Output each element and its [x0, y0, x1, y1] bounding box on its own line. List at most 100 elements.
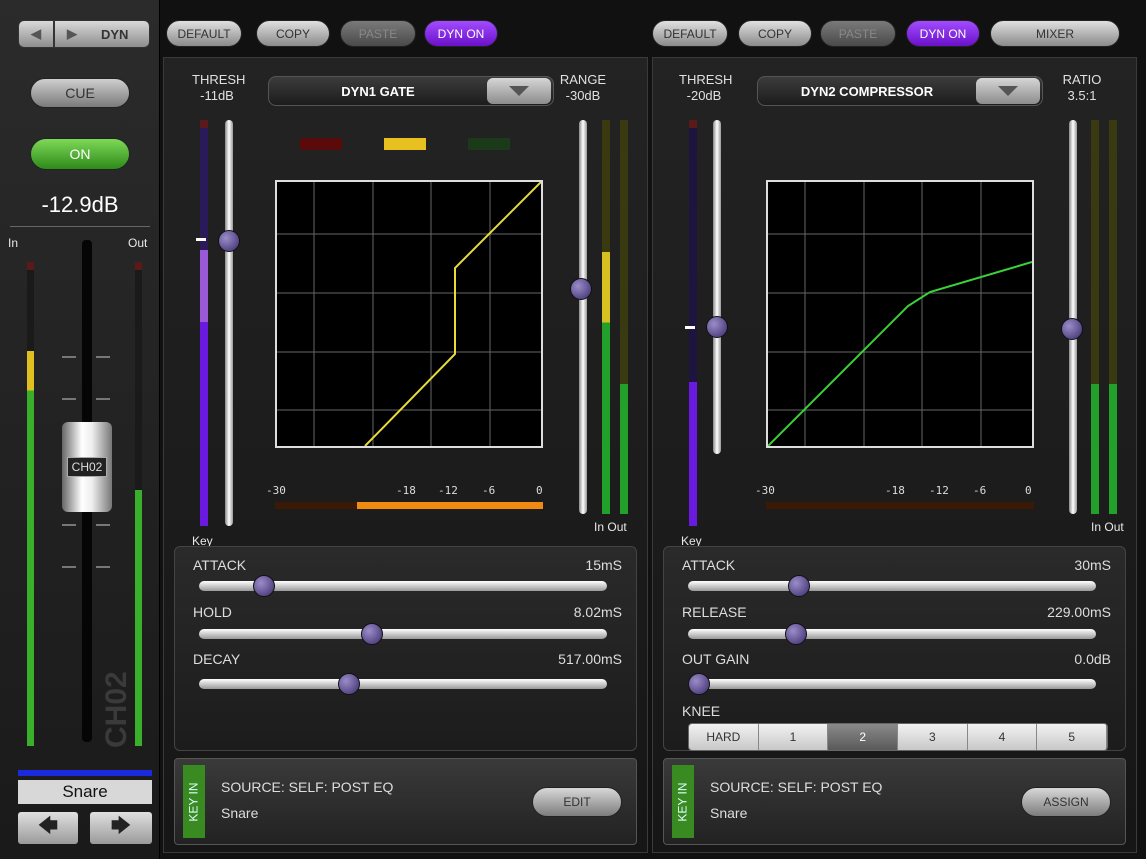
prev-channel-button[interactable]: ◀: [18, 20, 54, 48]
dyn1-key-meter: [196, 120, 208, 526]
dyn2-copy-button[interactable]: COPY: [738, 20, 812, 47]
cue-button[interactable]: CUE: [30, 78, 130, 108]
divider: [10, 226, 150, 227]
dyn2-key-in-tag: KEY IN: [672, 765, 694, 838]
channel-name[interactable]: Snare: [18, 780, 152, 804]
channel-color-bar: [18, 770, 152, 776]
dyn2-assign-button[interactable]: ASSIGN: [1021, 787, 1111, 817]
dyn1-range-bar: [275, 502, 543, 509]
dyn2-release-slider[interactable]: [688, 629, 1096, 639]
dyn1-thresh-label: THRESH: [192, 72, 246, 87]
channel-fader[interactable]: CH02: [62, 422, 112, 512]
dyn1-range-slider[interactable]: [579, 120, 587, 514]
dyn1-scale-3: -6: [482, 484, 496, 497]
dyn2-attack-slider[interactable]: [688, 581, 1096, 591]
in-meter-label: In: [8, 236, 19, 250]
dyn1-type-dropdown[interactable]: DYN1 GATE: [268, 76, 554, 106]
app-root: ◀ ▶ DYN CUE ON -12.9dB In Out CH02 CH02 S…: [0, 0, 1146, 859]
dyn1-scale-4: 0: [536, 484, 543, 497]
knee-option-4[interactable]: 4: [967, 724, 1038, 750]
channel-level: -12.9dB: [41, 192, 119, 217]
dyn1-param-0-value: 15mS: [585, 557, 622, 573]
dyn2-type-dropdown[interactable]: DYN2 COMPRESSOR: [757, 76, 1043, 106]
channel-next-button[interactable]: 🡆: [90, 812, 152, 844]
next-channel-button[interactable]: ▶ DYN: [54, 20, 150, 48]
channel-watermark: CH02: [100, 671, 133, 748]
dyn2-param-1-label: RELEASE: [682, 604, 747, 620]
dyn2-curve-graph: [766, 180, 1034, 448]
dyn1-curve-graph: [275, 180, 543, 448]
dyn2-knee-label: KNEE: [682, 703, 721, 719]
dyn2-key-meter: [685, 120, 697, 526]
knee-option-5[interactable]: 5: [1037, 724, 1107, 750]
dyn1-type-label: DYN1 GATE: [341, 83, 415, 99]
knee-option-3[interactable]: 3: [898, 724, 968, 750]
fader-cap-label: CH02: [66, 457, 108, 477]
dyn2-key-in-box: KEY IN SOURCE: SELF: POST EQ Snare ASSIG…: [663, 758, 1126, 845]
dyn1-scale-0: -30: [266, 484, 286, 497]
dyn1-decay-knob[interactable]: [337, 673, 360, 695]
triangle-right-icon: ▶: [67, 26, 77, 41]
out-meter-label: Out: [128, 236, 148, 250]
dyn2-ratio-slider[interactable]: [1069, 120, 1077, 514]
dyn2-default-button[interactable]: DEFAULT: [652, 20, 728, 47]
mixer-button[interactable]: MIXER: [990, 20, 1120, 47]
dyn1-range-label: RANGE: [559, 72, 607, 87]
dyn2-out-gain-knob[interactable]: [688, 673, 710, 695]
dyn2-knee-selector: HARD 1 2 3 4 5: [688, 723, 1108, 751]
dyn2-on-button[interactable]: DYN ON: [906, 20, 980, 47]
dyn2-param-1-value: 229.00mS: [1047, 604, 1111, 620]
channel-prev-button[interactable]: 🡄: [18, 812, 78, 844]
dyn2-param-0-label: ATTACK: [682, 557, 736, 573]
arrow-left-icon: 🡄: [37, 815, 59, 837]
dyn1-decay-slider[interactable]: [199, 679, 607, 689]
dyn1-in-meter: [602, 120, 610, 514]
knee-option-hard[interactable]: HARD: [689, 724, 759, 750]
dyn1-range-value: -30dB: [565, 88, 601, 103]
dyn2-out-meter: [1109, 120, 1117, 514]
dyn1-on-button[interactable]: DYN ON: [424, 20, 498, 47]
channel-strip: ◀ ▶ DYN CUE ON -12.9dB In Out CH02 CH02 S…: [0, 0, 160, 859]
dyn1-source-name: Snare: [221, 805, 259, 821]
dyn2-release-knob[interactable]: [784, 623, 807, 645]
gate-open-led: [468, 138, 510, 150]
dyn1-params: ATTACK 15mS HOLD 8.02mS DECAY 517.00mS: [174, 546, 637, 751]
chevron-down-icon: [487, 78, 551, 104]
dyn1-attack-knob[interactable]: [253, 575, 276, 597]
dyn2-ratio-label: RATIO: [1062, 72, 1102, 87]
dyn2-ratio-value: 3.5:1: [1067, 88, 1097, 103]
dyn2-param-2-label: OUT GAIN: [682, 651, 750, 667]
dyn2-in-meter: [1091, 120, 1099, 514]
dyn1-thresh-knob[interactable]: [218, 230, 240, 252]
dyn1-scale-1: -18: [396, 484, 416, 497]
dyn2-scale-3: -6: [973, 484, 987, 497]
dyn1-thresh-value: -11dB: [200, 88, 234, 103]
dyn2-out-gain-slider[interactable]: [688, 679, 1096, 689]
dyn1-param-1-value: 8.02mS: [573, 604, 622, 620]
dyn2-thresh-knob[interactable]: [706, 316, 728, 338]
dyn1-default-button[interactable]: DEFAULT: [166, 20, 242, 47]
dyn1-copy-button[interactable]: COPY: [256, 20, 330, 47]
dyn2-param-0-value: 30mS: [1074, 557, 1111, 573]
dyn1-edit-button[interactable]: EDIT: [532, 787, 622, 817]
dyn1-paste-button[interactable]: PASTE: [340, 20, 416, 47]
dyn2-thresh-slider[interactable]: [713, 120, 721, 454]
dyn1-param-2-label: DECAY: [193, 651, 241, 667]
dyn1-hold-knob[interactable]: [361, 623, 384, 645]
dyn1-thresh-slider[interactable]: [225, 120, 233, 526]
dyn2-scale-2: -12: [929, 484, 949, 497]
dyn2-attack-knob[interactable]: [788, 575, 811, 597]
dyn1-range-knob[interactable]: [570, 278, 592, 300]
compressor-curve: [767, 261, 1033, 447]
input-meter: [27, 262, 34, 746]
dyn2-ratio-knob[interactable]: [1061, 318, 1083, 340]
dyn2-paste-button[interactable]: PASTE: [820, 20, 896, 47]
channel-on-button[interactable]: ON: [30, 138, 130, 170]
dyn2-scale-0: -30: [755, 484, 775, 497]
dyn1-hold-slider[interactable]: [199, 629, 607, 639]
knee-option-1[interactable]: 1: [758, 724, 829, 750]
triangle-left-icon: ◀: [31, 26, 41, 41]
dyn2-thresh-value: -20dB: [686, 88, 722, 103]
knee-option-2[interactable]: 2: [828, 724, 899, 750]
arrow-right-icon: 🡆: [110, 815, 132, 837]
